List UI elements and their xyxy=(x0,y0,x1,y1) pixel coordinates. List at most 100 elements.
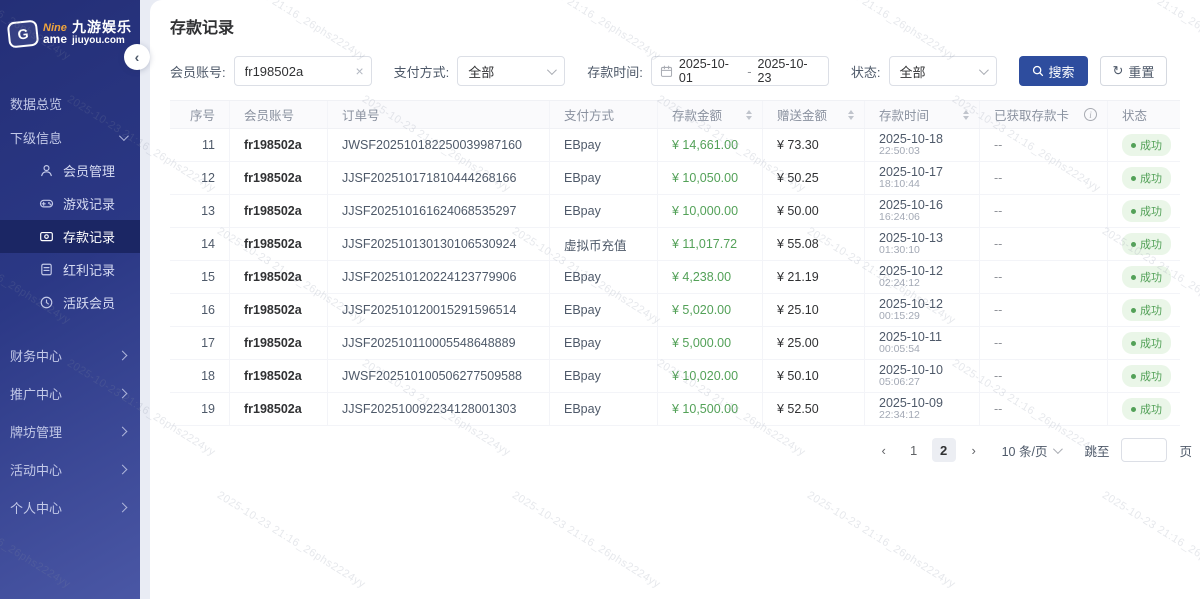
status-badge: 成功 xyxy=(1122,299,1171,321)
status-dot-icon xyxy=(1131,143,1136,148)
sidebar-item-active-members[interactable]: 活跃会员 xyxy=(0,286,140,319)
status-badge: 成功 xyxy=(1122,134,1171,156)
cell-amount: ¥ 10,020.00 xyxy=(658,360,763,392)
status-dot-icon xyxy=(1131,275,1136,280)
cell-time: 2025-10-12 00:15:29 xyxy=(865,294,980,326)
cell-order: JJSF202510092234128001303 xyxy=(328,393,550,425)
cell-bonus: ¥ 73.30 xyxy=(763,129,865,161)
cell-status: 成功 xyxy=(1108,195,1180,227)
member-account-input[interactable] xyxy=(245,64,349,79)
cell-status: 成功 xyxy=(1108,129,1180,161)
status-dot-icon xyxy=(1131,242,1136,247)
reset-icon: ↻ xyxy=(1113,63,1124,79)
cell-account: fr198502a xyxy=(230,261,328,293)
sidebar-collapse-button[interactable]: ‹ xyxy=(124,44,150,70)
status-badge: 成功 xyxy=(1122,332,1171,354)
sidebar-item-archway-management[interactable]: 牌坊管理 xyxy=(0,412,140,450)
cell-amount: ¥ 14,661.00 xyxy=(658,129,763,161)
sidebar-item-activity-center[interactable]: 活动中心 xyxy=(0,450,140,488)
cell-bonus: ¥ 55.08 xyxy=(763,228,865,260)
cell-no: 15 xyxy=(170,261,230,293)
cell-card: -- xyxy=(980,195,1108,227)
cell-account: fr198502a xyxy=(230,129,328,161)
cell-status: 成功 xyxy=(1108,360,1180,392)
cell-account: fr198502a xyxy=(230,360,328,392)
cell-status: 成功 xyxy=(1108,228,1180,260)
prev-page-button[interactable]: ‹ xyxy=(872,438,896,462)
sidebar-item-personal-center[interactable]: 个人中心 xyxy=(0,488,140,526)
member-account-field[interactable]: × xyxy=(234,56,372,86)
sidebar-item-deposit-records[interactable]: 存款记录 xyxy=(0,220,140,253)
cell-order: JJSF202510120224123779906 xyxy=(328,261,550,293)
app-logo: G Nine ame 九游娱乐 jiuyou.com xyxy=(0,0,140,66)
reset-button[interactable]: ↻ 重置 xyxy=(1100,56,1168,86)
cell-time: 2025-10-10 05:06:27 xyxy=(865,360,980,392)
chevron-right-icon xyxy=(118,350,128,360)
table-row: 18 fr198502a JWSF202510100506277509588 E… xyxy=(170,360,1180,393)
cell-method: EBpay xyxy=(550,129,658,161)
status-dot-icon xyxy=(1131,308,1136,313)
cell-no: 17 xyxy=(170,327,230,359)
cell-time: 2025-10-11 00:05:54 xyxy=(865,327,980,359)
clear-icon[interactable]: × xyxy=(355,63,363,79)
main-panel: 存款记录 会员账号: × 支付方式: 全部 存款时间: 2025-10-01 -… xyxy=(150,0,1200,599)
status-select[interactable]: 全部 xyxy=(889,56,997,86)
sort-icon[interactable] xyxy=(963,110,969,120)
page-size-select[interactable]: 10 条/页 xyxy=(1002,441,1061,460)
jump-label: 跳至 xyxy=(1084,441,1109,460)
payment-method-select[interactable]: 全部 xyxy=(457,56,565,86)
deposit-time-label: 存款时间: xyxy=(587,62,643,81)
cell-account: fr198502a xyxy=(230,327,328,359)
chevron-right-icon xyxy=(118,426,128,436)
search-button[interactable]: 搜索 xyxy=(1019,56,1088,86)
cell-amount: ¥ 4,238.00 xyxy=(658,261,763,293)
cell-order: JJSF202510161624068535297 xyxy=(328,195,550,227)
col-method: 支付方式 xyxy=(550,101,658,128)
cell-order: JJSF202510120015291596514 xyxy=(328,294,550,326)
table-row: 17 fr198502a JJSF202510110005548648889 E… xyxy=(170,327,1180,360)
cell-method: EBpay xyxy=(550,393,658,425)
next-page-button[interactable]: › xyxy=(962,438,986,462)
sidebar-item-finance-center[interactable]: 财务中心 xyxy=(0,336,140,374)
sidebar-item-game-records[interactable]: 游戏记录 xyxy=(0,187,140,220)
col-card: 已获取存款卡 i xyxy=(980,101,1108,128)
cell-card: -- xyxy=(980,327,1108,359)
date-end: 2025-10-23 xyxy=(758,57,820,85)
cell-no: 14 xyxy=(170,228,230,260)
app-root: G Nine ame 九游娱乐 jiuyou.com 数据总览 下级信息 xyxy=(0,0,1200,599)
cell-amount: ¥ 10,050.00 xyxy=(658,162,763,194)
sidebar-item-promotion-center[interactable]: 推广中心 xyxy=(0,374,140,412)
filter-bar: 会员账号: × 支付方式: 全部 存款时间: 2025-10-01 - 2025… xyxy=(170,56,1180,86)
sidebar-item-data-overview[interactable]: 数据总览 xyxy=(0,86,140,120)
jump-suffix: 页 xyxy=(1179,441,1192,460)
table-row: 19 fr198502a JJSF202510092234128001303 E… xyxy=(170,393,1180,426)
sort-icon[interactable] xyxy=(848,110,854,120)
sidebar-item-subordinate-info[interactable]: 下级信息 xyxy=(0,120,140,154)
sort-icon[interactable] xyxy=(746,110,752,120)
logo-card-icon: G xyxy=(7,20,40,49)
info-icon[interactable]: i xyxy=(1084,108,1097,121)
col-account: 会员账号 xyxy=(230,101,328,128)
sidebar-item-bonus-records[interactable]: 红利记录 xyxy=(0,253,140,286)
sidebar-item-member-management[interactable]: 会员管理 xyxy=(0,154,140,187)
col-amount: 存款金额 xyxy=(658,101,763,128)
page-1-button[interactable]: 1 xyxy=(902,438,926,462)
status-dot-icon xyxy=(1131,341,1136,346)
table-header: 序号 会员账号 订单号 支付方式 存款金额 赠送金额 存款时间 已获取存款卡 xyxy=(170,101,1180,129)
table-row: 14 fr198502a JJSF202510130130106530924 虚… xyxy=(170,228,1180,261)
chevron-down-icon xyxy=(547,65,557,75)
cell-order: JJSF202510110005548648889 xyxy=(328,327,550,359)
page-2-button[interactable]: 2 xyxy=(932,438,956,462)
cell-time: 2025-10-12 02:24:12 xyxy=(865,261,980,293)
cell-account: fr198502a xyxy=(230,228,328,260)
cell-method: EBpay xyxy=(550,327,658,359)
deposit-time-range-picker[interactable]: 2025-10-01 - 2025-10-23 xyxy=(651,56,829,86)
jump-page-input[interactable] xyxy=(1121,438,1167,462)
cell-status: 成功 xyxy=(1108,393,1180,425)
cell-bonus: ¥ 21.19 xyxy=(763,261,865,293)
cell-method: EBpay xyxy=(550,294,658,326)
cell-card: -- xyxy=(980,393,1108,425)
clock-icon xyxy=(39,295,54,310)
status-dot-icon xyxy=(1131,176,1136,181)
date-separator: - xyxy=(747,64,751,79)
